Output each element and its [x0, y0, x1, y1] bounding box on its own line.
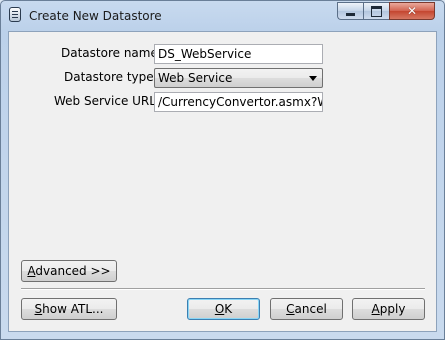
window-title: Create New Datastore	[29, 9, 162, 23]
advanced-button[interactable]: Advanced >>	[21, 260, 117, 282]
chevron-down-icon	[309, 76, 317, 81]
show-atl-button[interactable]: Show ATL...	[21, 298, 117, 320]
maximize-icon	[371, 5, 382, 17]
title-bar[interactable]: Create New Datastore ✕	[1, 1, 444, 31]
datastore-icon	[9, 7, 21, 22]
apply-label: pply	[379, 302, 406, 316]
apply-button[interactable]: Apply	[352, 298, 425, 320]
datastore-type-select[interactable]: Web Service	[154, 68, 323, 88]
datastore-type-label: Datastore type:	[64, 70, 158, 84]
web-service-url-label: Web Service URL:	[54, 94, 160, 108]
cancel-button[interactable]: Cancel	[270, 298, 343, 320]
cancel-mnemonic: C	[286, 302, 295, 316]
show-atl-mnemonic: S	[34, 302, 43, 316]
maximize-button[interactable]	[363, 2, 389, 20]
dialog-content: Datastore name: DS_WebService Datastore …	[8, 31, 437, 332]
show-atl-label: how ATL...	[42, 302, 104, 316]
ok-mnemonic: O	[214, 302, 225, 316]
web-service-url-field[interactable]: /CurrencyConvertor.asmx?WSDL	[154, 92, 323, 112]
ok-button[interactable]: OK	[187, 298, 260, 320]
datastore-type-value: Web Service	[158, 71, 233, 85]
ok-label: K	[224, 302, 233, 316]
datastore-name-field[interactable]: DS_WebService	[154, 44, 323, 64]
advanced-label: dvanced >>	[35, 264, 111, 278]
cancel-label: ancel	[294, 302, 327, 316]
separator	[21, 288, 425, 290]
close-icon: ✕	[406, 4, 418, 18]
minimize-button[interactable]	[337, 2, 363, 20]
close-button[interactable]: ✕	[389, 2, 435, 20]
minimize-icon	[346, 12, 355, 16]
apply-mnemonic: A	[371, 302, 380, 316]
datastore-name-label: Datastore name:	[61, 46, 162, 60]
dialog-window: Create New Datastore ✕ Datastore name: D…	[0, 0, 445, 340]
